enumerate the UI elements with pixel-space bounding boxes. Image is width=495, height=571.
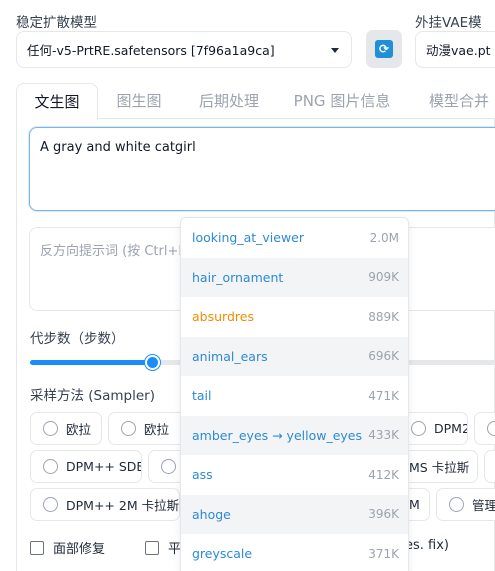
model-label: 稳定扩散模型 bbox=[16, 15, 97, 31]
negative-prompt-placeholder: 反方向提示词 (按 Ctrl+E bbox=[40, 244, 187, 259]
sampler-option-label: 欧拉 bbox=[66, 422, 92, 437]
radio-icon bbox=[43, 459, 58, 474]
model-select[interactable]: 任何-v5-PrtRE.safetensors [7f96a1a9ca] bbox=[16, 31, 352, 68]
sampler-option-more[interactable] bbox=[474, 412, 495, 445]
sampler-option-more-2[interactable] bbox=[484, 450, 495, 483]
sampler-option-dpmpp-sde[interactable]: DPM++ SDE bbox=[30, 450, 142, 483]
tab-txt2img[interactable]: 文生图 bbox=[16, 83, 98, 120]
tab-checkpoint-merger[interactable]: 模型合并 bbox=[414, 83, 495, 119]
autocomplete-tag: amber_eyes → yellow_eyes bbox=[192, 427, 363, 443]
checkbox-icon bbox=[145, 540, 159, 555]
tag-autocomplete-popup: looking_at_viewer 2.0M hair_ornament 909… bbox=[180, 217, 409, 571]
sampler-option-label: MS 卡拉斯 bbox=[409, 460, 470, 475]
autocomplete-item[interactable]: amber_eyes → yellow_eyes 433K bbox=[181, 415, 408, 455]
checkbox-icon bbox=[30, 540, 44, 555]
hires-fix-label-partial: es. fix) bbox=[405, 538, 449, 553]
model-select-value: 任何-v5-PrtRE.safetensors [7f96a1a9ca] bbox=[27, 43, 275, 58]
hires-fix-label: es. fix) bbox=[405, 538, 449, 553]
autocomplete-count: 889K bbox=[368, 309, 399, 324]
tiling-checkbox[interactable]: 平 bbox=[145, 538, 181, 557]
tab-img2img[interactable]: 图生图 bbox=[104, 83, 174, 119]
autocomplete-tag: tail bbox=[192, 388, 212, 404]
prompt-input[interactable]: A gray and white catgirl bbox=[29, 127, 495, 211]
autocomplete-item[interactable]: greyscale 371K bbox=[181, 534, 408, 571]
autocomplete-item[interactable]: absurdres 889K bbox=[181, 297, 408, 337]
sampler-option-karras[interactable]: MS 卡拉斯 bbox=[398, 450, 478, 483]
tab-extras[interactable]: 后期处理 bbox=[184, 83, 274, 119]
autocomplete-count: 396K bbox=[368, 507, 399, 522]
tab-png-info[interactable]: PNG 图片信息 bbox=[286, 83, 398, 119]
sampler-label: 采样方法 (Sampler) bbox=[30, 388, 155, 404]
autocomplete-tag: looking_at_viewer bbox=[192, 230, 305, 246]
sampler-option-dpmpp-2m-karras[interactable]: DPM++ 2M 卡拉斯 bbox=[30, 488, 180, 521]
sampler-option-label: DPM2 bbox=[434, 421, 468, 436]
autocomplete-item[interactable]: hair_ornament 909K bbox=[181, 257, 408, 297]
autocomplete-tag: hair_ornament bbox=[192, 269, 284, 285]
steps-slider-fill bbox=[30, 360, 153, 365]
autocomplete-count: 2.0M bbox=[369, 230, 399, 245]
autocomplete-item[interactable]: animal_ears 696K bbox=[181, 336, 408, 376]
refresh-icon: ⟳ bbox=[375, 40, 393, 58]
autocomplete-count: 909K bbox=[368, 270, 399, 285]
radio-icon bbox=[43, 421, 58, 436]
autocomplete-count: 433K bbox=[368, 428, 399, 443]
radio-icon bbox=[161, 459, 176, 474]
sampler-option-label: 管理 bbox=[472, 498, 495, 513]
sampler-option-label: 欧拉 bbox=[144, 422, 170, 437]
vae-select[interactable]: 动漫vae.pt bbox=[415, 31, 495, 68]
sampler-option-euler-a[interactable]: 欧拉 bbox=[30, 412, 102, 445]
autocomplete-tag: ass bbox=[192, 467, 213, 483]
radio-icon bbox=[487, 421, 495, 436]
sampler-option-manage[interactable]: 管理 bbox=[436, 488, 495, 521]
sampler-option-label: M bbox=[409, 497, 420, 512]
sampler-option-label: DPM++ SDE bbox=[66, 459, 142, 474]
radio-icon bbox=[43, 497, 58, 512]
autocomplete-count: 471K bbox=[368, 388, 399, 403]
prompt-text: A gray and white catgirl bbox=[40, 140, 196, 155]
steps-label: 代步数（步数） bbox=[30, 331, 125, 347]
face-restore-checkbox[interactable]: 面部修复 bbox=[30, 538, 105, 557]
radio-icon bbox=[449, 497, 464, 512]
chevron-down-icon bbox=[331, 47, 339, 53]
main-tabs: 文生图 图生图 后期处理 PNG 图片信息 模型合并 bbox=[16, 83, 495, 120]
autocomplete-tag: animal_ears bbox=[192, 348, 268, 364]
sampler-option-euler[interactable]: 欧拉 bbox=[108, 412, 188, 445]
face-restore-label: 面部修复 bbox=[53, 542, 106, 557]
autocomplete-count: 412K bbox=[368, 467, 399, 482]
radio-icon bbox=[411, 421, 426, 436]
autocomplete-tag: absurdres bbox=[192, 309, 254, 325]
autocomplete-tag: ahoge bbox=[192, 506, 231, 522]
vae-select-value: 动漫vae.pt bbox=[426, 43, 491, 58]
sampler-option-label: DPM++ 2M 卡拉斯 bbox=[66, 498, 180, 513]
autocomplete-item[interactable]: ass 412K bbox=[181, 455, 408, 495]
radio-icon bbox=[121, 421, 136, 436]
autocomplete-tag: greyscale bbox=[192, 546, 253, 562]
autocomplete-item[interactable]: tail 471K bbox=[181, 376, 408, 416]
refresh-button[interactable]: ⟳ bbox=[366, 30, 402, 68]
autocomplete-item[interactable]: looking_at_viewer 2.0M bbox=[181, 218, 408, 258]
autocomplete-count: 371K bbox=[368, 546, 399, 561]
autocomplete-item[interactable]: ahoge 396K bbox=[181, 494, 408, 534]
autocomplete-count: 696K bbox=[368, 349, 399, 364]
